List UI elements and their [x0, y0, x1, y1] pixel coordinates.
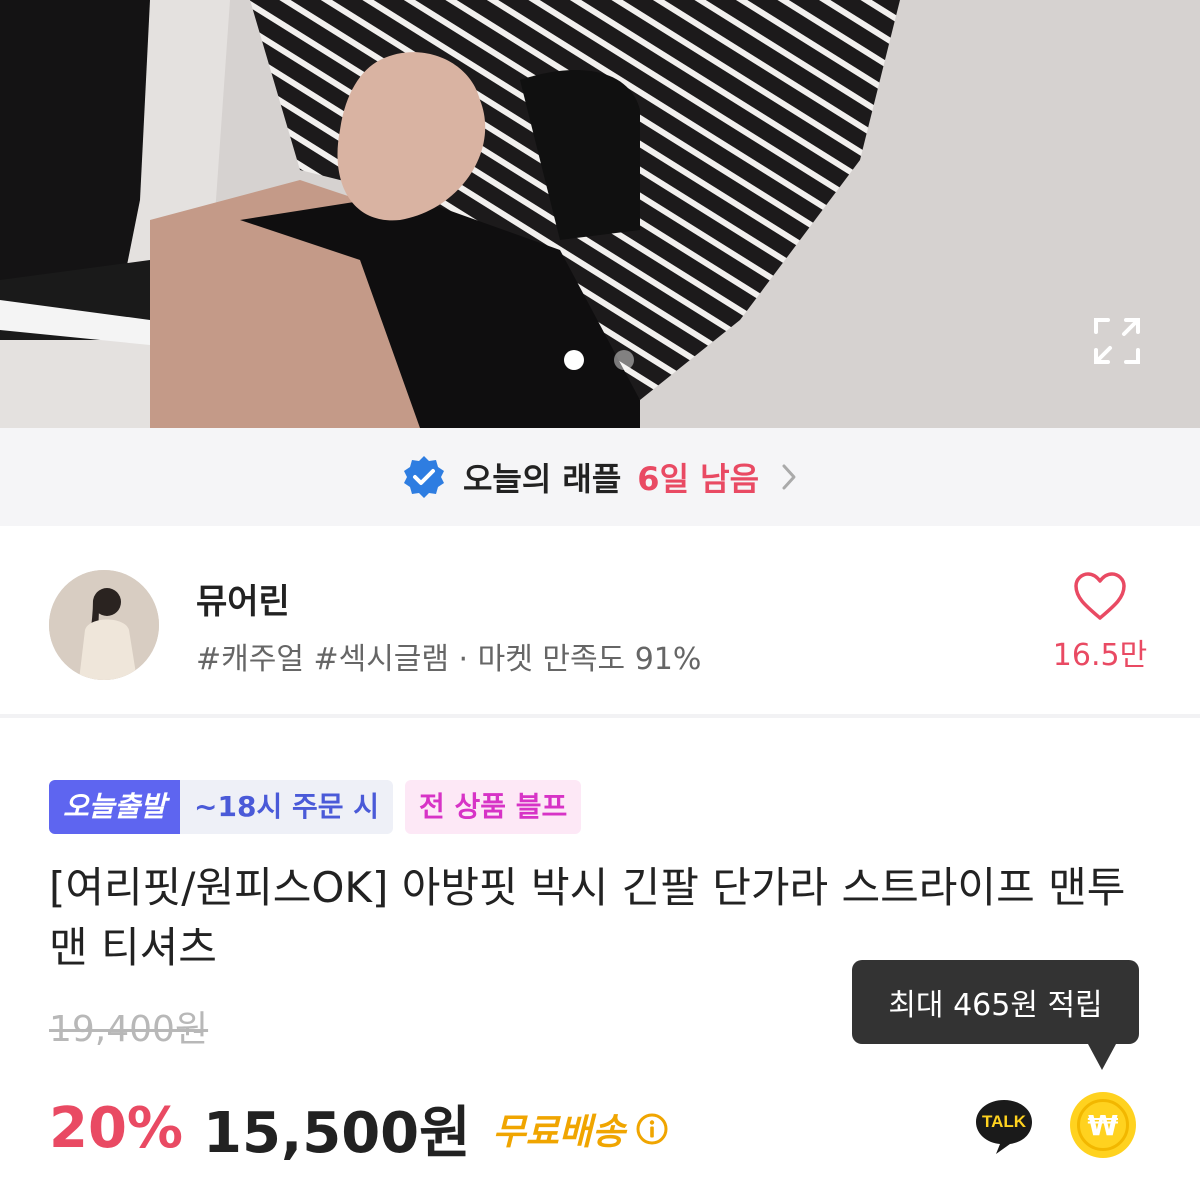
points-tooltip: 최대 465원 적립 [852, 960, 1139, 1044]
original-price: 19,400원 [49, 1009, 209, 1050]
store-tags: #캐주얼 #섹시글램 · 마켓 만족도 91% [196, 642, 702, 677]
carousel-dot[interactable] [614, 350, 634, 370]
store-avatar[interactable] [49, 570, 159, 680]
tooltip-tail [1088, 1044, 1116, 1070]
store-name[interactable]: 뮤어린 [196, 574, 290, 623]
heart-icon[interactable] [1072, 570, 1128, 622]
kakao-talk-icon[interactable]: TALK [972, 1094, 1036, 1158]
section-divider [0, 714, 1200, 718]
sale-badge: 전 상품 블프 [405, 780, 582, 834]
talk-label: TALK [982, 1112, 1027, 1131]
store-info[interactable] [0, 526, 1200, 714]
price-row: 20% 15,500원 무료배송 [49, 1088, 669, 1169]
order-cutoff-badge: ~18시 주문 시 [180, 780, 394, 834]
carousel-indicator [564, 350, 634, 370]
info-icon[interactable] [635, 1112, 669, 1146]
raffle-remaining: 6일 남음 [637, 460, 760, 498]
discount-rate: 20% [49, 1096, 184, 1161]
verified-badge-icon [403, 456, 444, 498]
product-image[interactable] [0, 0, 1200, 428]
badge-row: 오늘출발 ~18시 주문 시 전 상품 블프 [49, 780, 582, 834]
avatar-image [49, 570, 159, 680]
sale-price: 15,500원 [203, 1101, 471, 1166]
expand-icon[interactable] [1092, 316, 1142, 366]
chevron-right-icon [782, 464, 796, 490]
like-count: 16.5만 [1052, 638, 1148, 673]
today-ship-badge: 오늘출발 [49, 780, 181, 834]
free-shipping-label: 무료배송 [492, 1111, 626, 1153]
carousel-dot-active[interactable] [564, 350, 584, 370]
points-button[interactable]: ₩ [1070, 1092, 1136, 1158]
raffle-banner[interactable]: 오늘의 래플 6일 남음 [0, 428, 1200, 526]
won-icon: ₩ [1077, 1099, 1129, 1151]
raffle-title: 오늘의 래플 [462, 460, 622, 498]
